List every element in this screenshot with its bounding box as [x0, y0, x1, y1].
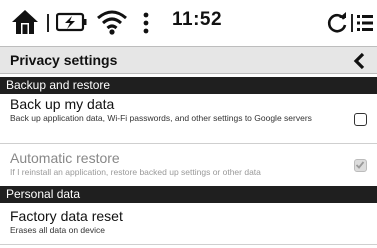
- setting-summary: Erases all data on device: [10, 225, 105, 235]
- wifi-icon: [96, 8, 128, 41]
- chevron-left-icon: [353, 52, 365, 70]
- page-title: Privacy settings: [10, 52, 118, 68]
- setting-title: Factory data reset: [10, 208, 123, 224]
- row-divider: [0, 244, 377, 245]
- home-icon[interactable]: [10, 8, 40, 41]
- section-header-personal-data: Personal data: [0, 186, 377, 203]
- setting-automatic-restore[interactable]: Automatic restore If I reinstall an appl…: [0, 150, 377, 182]
- setting-factory-data-reset[interactable]: Factory data reset Erases all data on de…: [0, 208, 377, 240]
- row-divider: [0, 143, 377, 144]
- automatic-restore-checkbox[interactable]: [354, 159, 367, 172]
- backup-checkbox[interactable]: [354, 113, 367, 126]
- setting-title: Automatic restore: [10, 150, 120, 166]
- menu-icon[interactable]: [356, 13, 374, 38]
- title-bar: Privacy settings: [0, 46, 377, 74]
- section-header-backup-restore: Backup and restore: [0, 77, 377, 94]
- setting-title: Back up my data: [10, 96, 115, 112]
- checkmark-icon: [355, 161, 365, 169]
- back-button[interactable]: [349, 50, 371, 72]
- setting-backup-my-data[interactable]: Back up my data Back up application data…: [0, 96, 377, 140]
- status-separator: [351, 14, 353, 32]
- setting-summary: Back up application data, Wi-Fi password…: [10, 113, 312, 123]
- battery-icon: [55, 12, 88, 37]
- refresh-icon[interactable]: [326, 12, 348, 39]
- status-bar: 11:52: [0, 0, 377, 46]
- status-separator: [47, 14, 49, 32]
- setting-summary: If I reinstall an application, restore b…: [10, 167, 261, 177]
- status-clock: 11:52: [172, 9, 223, 30]
- more-vertical-icon[interactable]: [142, 12, 150, 39]
